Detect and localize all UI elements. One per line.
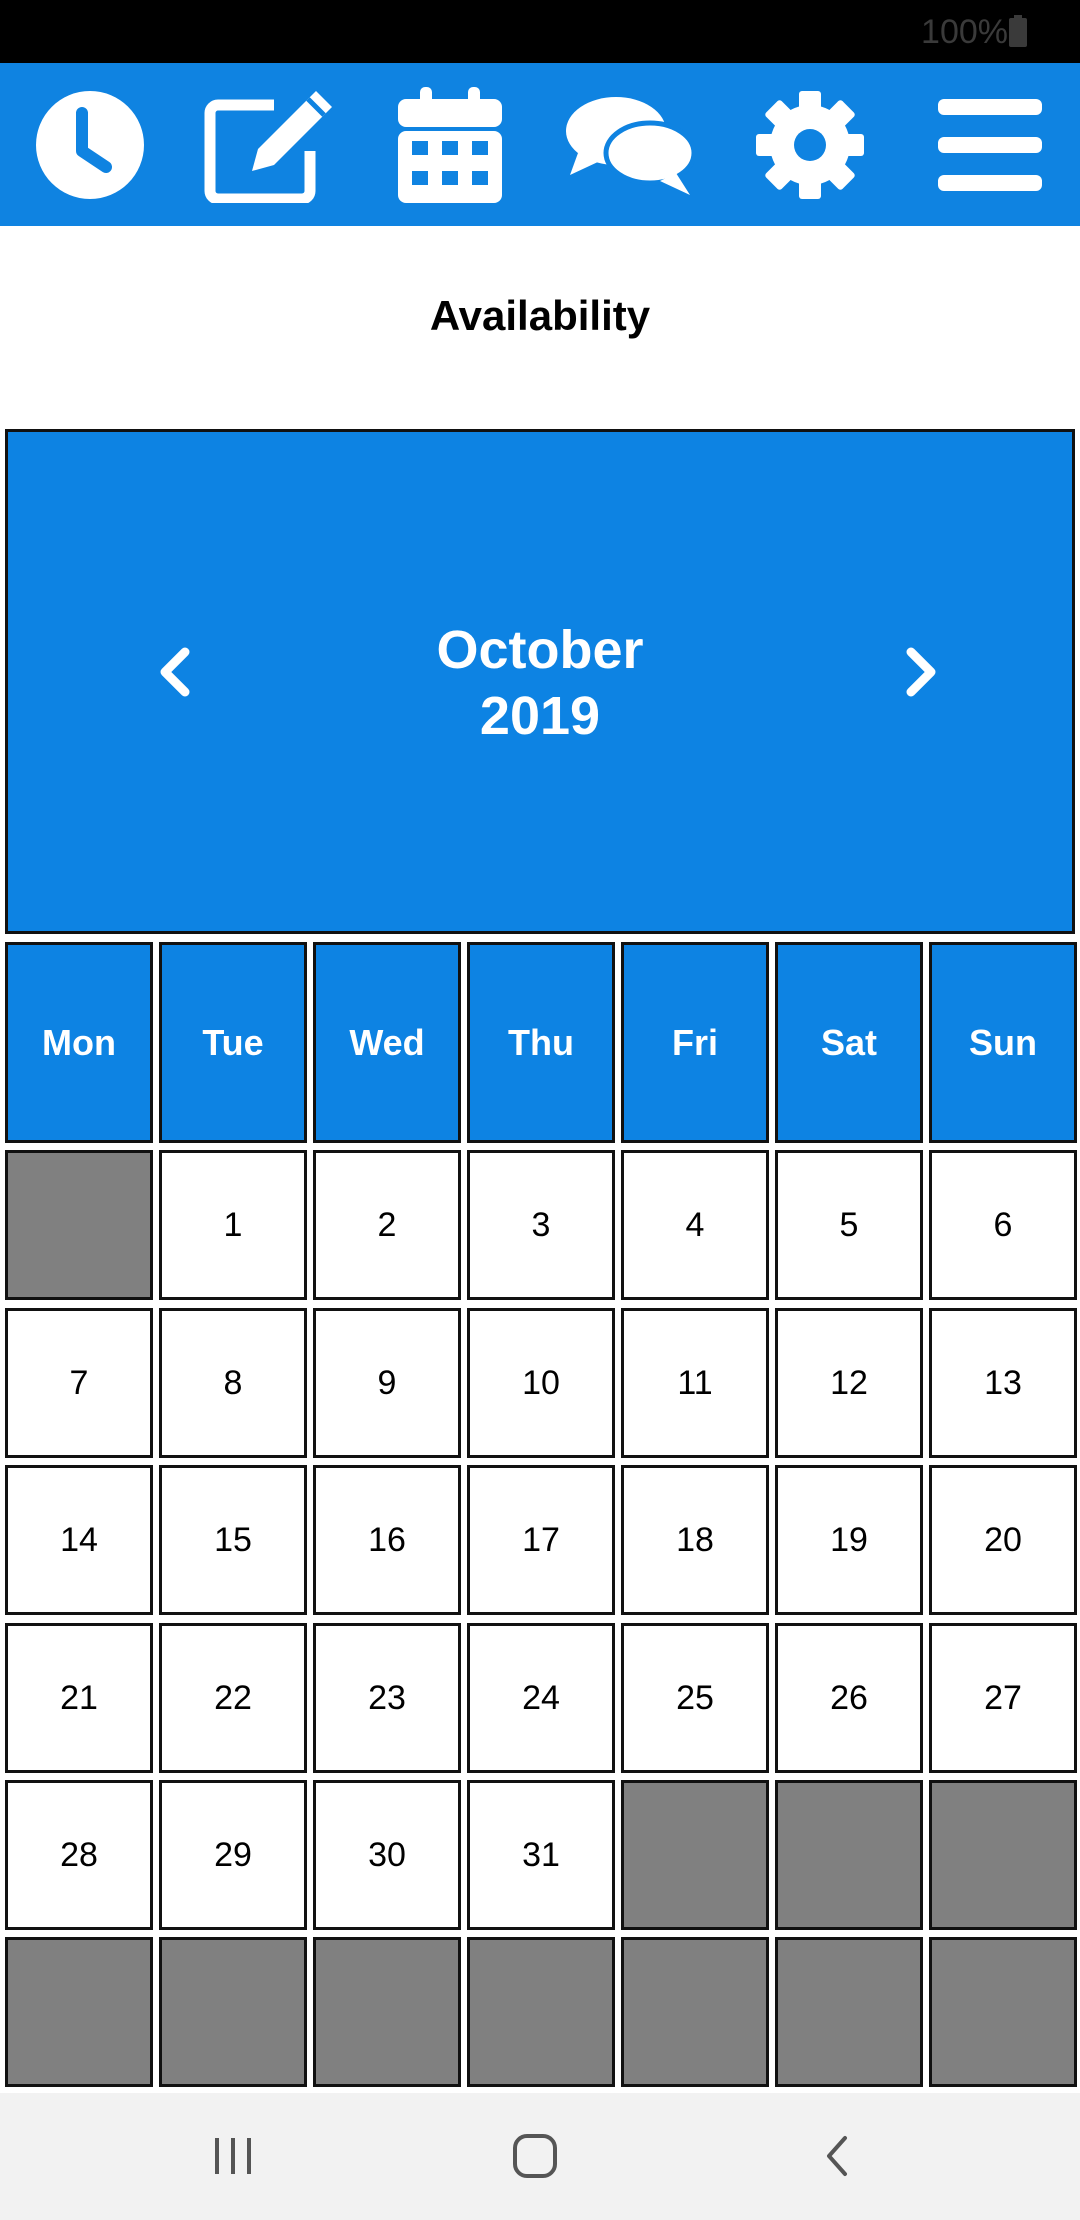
calendar-day[interactable]: 13	[929, 1308, 1077, 1458]
status-bar: 100%	[0, 0, 1080, 63]
back-button[interactable]	[802, 2121, 872, 2191]
calendar-cell-empty	[929, 1780, 1077, 1930]
system-nav-bar	[0, 2093, 1080, 2220]
calendar-day[interactable]: 14	[5, 1465, 153, 1615]
clock-icon[interactable]	[24, 79, 156, 211]
calendar-cell-empty	[313, 1937, 461, 2087]
calendar-day[interactable]: 20	[929, 1465, 1077, 1615]
weekday-header-fri: Fri	[621, 942, 769, 1143]
calendar-day[interactable]: 3	[467, 1150, 615, 1300]
battery-icon	[1009, 15, 1027, 47]
weekday-header-sat: Sat	[775, 942, 923, 1143]
back-icon	[827, 2136, 847, 2176]
menu-icon[interactable]	[924, 79, 1056, 211]
weekday-header-wed: Wed	[313, 942, 461, 1143]
calendar-cell-empty	[621, 1937, 769, 2087]
calendar-day[interactable]: 22	[159, 1623, 307, 1773]
calendar-day[interactable]: 15	[159, 1465, 307, 1615]
calendar-day[interactable]: 27	[929, 1623, 1077, 1773]
calendar-day[interactable]: 19	[775, 1465, 923, 1615]
chevron-right-icon	[906, 647, 936, 697]
next-month-button[interactable]	[886, 637, 956, 707]
weekday-header-tue: Tue	[159, 942, 307, 1143]
weekday-header-mon: Mon	[5, 942, 153, 1143]
calendar-day[interactable]: 23	[313, 1623, 461, 1773]
weekday-header-thu: Thu	[467, 942, 615, 1143]
calendar-day[interactable]: 16	[313, 1465, 461, 1615]
weekday-header-sun: Sun	[929, 942, 1077, 1143]
calendar-day[interactable]: 11	[621, 1308, 769, 1458]
calendar-day[interactable]: 25	[621, 1623, 769, 1773]
chat-icon[interactable]	[564, 79, 696, 211]
calendar-day[interactable]: 1	[159, 1150, 307, 1300]
edit-icon[interactable]	[204, 79, 336, 211]
calendar-day[interactable]: 18	[621, 1465, 769, 1615]
calendar-cell-empty	[5, 1937, 153, 2087]
calendar-day[interactable]: 9	[313, 1308, 461, 1458]
calendar-day[interactable]: 17	[467, 1465, 615, 1615]
home-button[interactable]	[500, 2121, 570, 2191]
calendar-day[interactable]: 6	[929, 1150, 1077, 1300]
calendar-cell-empty	[467, 1937, 615, 2087]
calendar-day[interactable]: 5	[775, 1150, 923, 1300]
calendar-day[interactable]: 8	[159, 1308, 307, 1458]
calendar-day[interactable]: 4	[621, 1150, 769, 1300]
calendar-day[interactable]: 2	[313, 1150, 461, 1300]
calendar-day[interactable]: 31	[467, 1780, 615, 1930]
calendar-day[interactable]: 29	[159, 1780, 307, 1930]
calendar-day[interactable]: 21	[5, 1623, 153, 1773]
calendar-day[interactable]: 10	[467, 1308, 615, 1458]
home-icon	[513, 2134, 557, 2178]
calendar-icon[interactable]	[384, 79, 516, 211]
calendar-day[interactable]: 7	[5, 1308, 153, 1458]
calendar-day[interactable]: 12	[775, 1308, 923, 1458]
month-header: October 2019	[5, 429, 1075, 934]
top-toolbar	[0, 63, 1080, 226]
calendar-day[interactable]: 26	[775, 1623, 923, 1773]
calendar-cell-empty	[621, 1780, 769, 1930]
recent-apps-button[interactable]	[198, 2121, 268, 2191]
calendar-cell-empty	[5, 1150, 153, 1300]
calendar-cell-empty	[159, 1937, 307, 2087]
recent-apps-icon	[215, 2138, 251, 2174]
battery-percentage: 100%	[921, 13, 1008, 51]
calendar-day[interactable]: 30	[313, 1780, 461, 1930]
calendar-day[interactable]: 24	[467, 1623, 615, 1773]
page-title: Availability	[429, 292, 651, 339]
calendar-cell-empty	[929, 1937, 1077, 2087]
calendar-day[interactable]: 28	[5, 1780, 153, 1930]
calendar-cell-empty	[775, 1937, 923, 2087]
calendar-cell-empty	[775, 1780, 923, 1930]
gear-icon[interactable]	[744, 79, 876, 211]
